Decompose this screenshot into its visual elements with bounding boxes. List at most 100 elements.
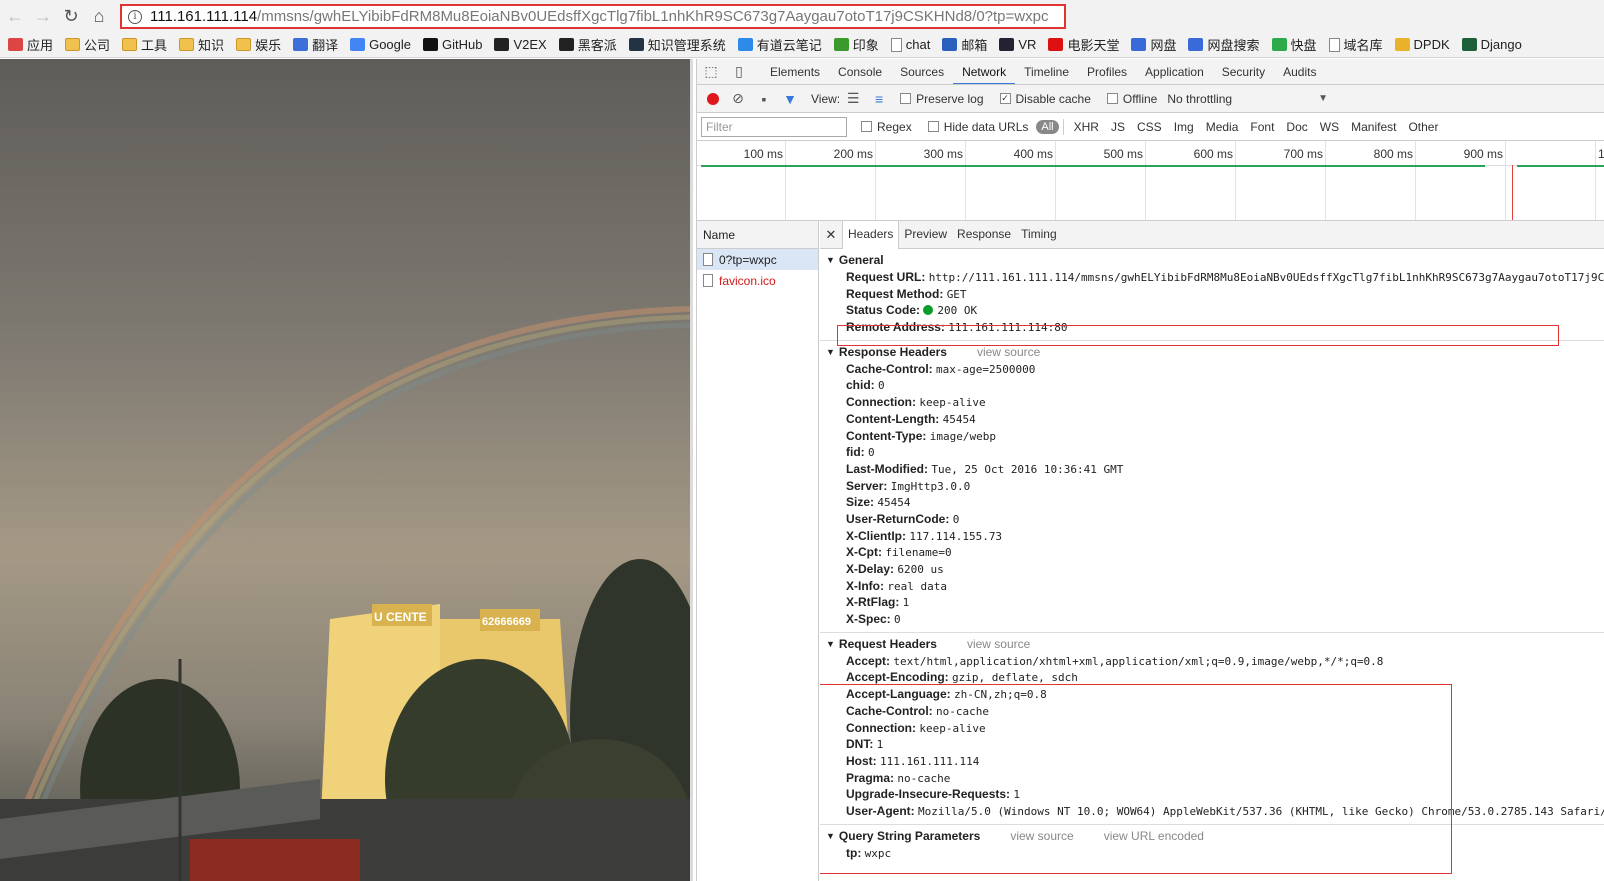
bookmark-label: Django [1480,37,1522,52]
request-url-highlight [837,325,1559,346]
overview-icon[interactable]: ≡ [866,86,892,112]
device-mode-icon[interactable]: ▯ [725,59,753,84]
type-filter-manifest[interactable]: Manifest [1345,120,1402,134]
filter-icon[interactable]: ▼ [779,86,801,112]
type-filter-css[interactable]: CSS [1131,120,1168,134]
bookmark-item[interactable]: 工具 [122,35,167,54]
status-ok-icon [923,305,934,316]
inspect-element-icon[interactable]: ⬚ [697,59,725,84]
address-bar[interactable]: i 111.161.111.114/mmsns/gwhELYibibFdRM8M… [120,4,1066,29]
detail-tab-timing[interactable]: Timing [1016,221,1062,248]
view-label: View: [811,91,841,106]
type-filter-ws[interactable]: WS [1314,120,1345,134]
preserve-log-checkbox[interactable]: Preserve log [900,92,984,106]
type-filter-font[interactable]: Font [1244,120,1280,134]
type-filter-js[interactable]: JS [1105,120,1131,134]
tab-timeline[interactable]: Timeline [1015,59,1078,84]
bookmark-item[interactable]: 黑客派 [558,35,617,54]
bookmark-item[interactable]: 域名库 [1328,35,1383,54]
response-view-source-link[interactable]: view source [977,344,1040,361]
header-key: Accept-Encoding: [846,670,949,685]
home-icon[interactable]: ⌂ [86,3,112,29]
bookmark-item[interactable]: 知识管理系统 [628,35,726,54]
detail-tab-response[interactable]: Response [952,221,1016,248]
detail-tab-headers[interactable]: Headers [842,221,900,249]
header-key: Accept: [846,653,891,668]
bookmark-item[interactable]: V2EX [494,37,547,52]
header-row: X-Cpt: filename=0 [826,544,1604,561]
back-arrow-icon[interactable]: ← [2,3,28,29]
request-row[interactable]: favicon.ico [697,270,818,291]
type-filter-media[interactable]: Media [1200,120,1245,134]
bookmark-item[interactable]: VR [999,37,1036,52]
disable-cache-checkbox[interactable]: ✓ Disable cache [999,92,1091,106]
network-overview[interactable]: 100 ms 200 ms 300 ms 400 ms 500 ms 600 ms 700 … [697,141,1604,221]
bookmark-item[interactable]: 翻译 [293,35,338,54]
bookmark-item[interactable]: GitHub [423,37,482,52]
bookmark-item[interactable]: 印象 [833,35,879,54]
header-value: GET [946,287,967,301]
type-filter-other[interactable]: Other [1402,120,1444,134]
type-filter-all[interactable]: All [1036,119,1059,134]
type-filter-img[interactable]: Img [1168,120,1200,134]
header-key: X-Info: [846,578,884,593]
bookmark-item[interactable]: 网盘 [1131,35,1176,54]
general-toggle[interactable]: ▼ General [826,252,1604,269]
pane-divider[interactable] [690,59,693,881]
timeline-tick-label: 800 ms [1373,147,1413,161]
bookmark-item[interactable]: 知识 [179,35,224,54]
tab-profiles[interactable]: Profiles [1078,59,1136,84]
header-row: Size: 45454 [826,494,1604,511]
close-icon[interactable]: ✕ [820,227,842,243]
bookmark-item[interactable]: 应用 [8,35,53,54]
bookmark-item[interactable]: Google [350,37,411,52]
capture-screenshots-icon[interactable]: ▪ [749,86,779,112]
bookmark-item[interactable]: 公司 [65,35,110,54]
tab-sources[interactable]: Sources [891,59,953,84]
reload-icon[interactable]: ↻ [58,3,84,29]
request-view-source-link[interactable]: view source [967,636,1030,653]
bookmark-item[interactable]: 网盘搜索 [1188,35,1260,54]
bookmark-item[interactable]: 快盘 [1271,35,1317,54]
tab-network[interactable]: Network [953,59,1016,84]
name-column-header[interactable]: Name [697,221,818,249]
folder-icon [236,38,252,51]
bookmark-item[interactable]: 娱乐 [236,35,281,54]
bookmark-item[interactable]: DPDK [1394,37,1450,52]
throttling-select[interactable]: No throttling [1167,92,1232,106]
tab-security[interactable]: Security [1213,59,1274,84]
bookmark-item[interactable]: chat [890,37,930,52]
detail-tab-preview[interactable]: Preview [899,221,952,248]
tab-application[interactable]: Application [1136,59,1213,84]
throttling-dropdown-icon[interactable]: ▼ [1318,93,1328,104]
tab-audits[interactable]: Audits [1274,59,1325,84]
bookmark-item[interactable]: 有道云笔记 [737,35,822,54]
offline-checkbox[interactable]: Offline [1106,92,1157,106]
bookmark-item[interactable]: Django [1461,37,1522,52]
request-row[interactable]: 0?tp=wxpc [697,249,818,270]
large-rows-icon[interactable]: ☰ [840,86,866,112]
header-value: filename=0 [885,546,952,560]
type-filter-doc[interactable]: Doc [1280,120,1313,134]
header-value: text/html,application/xhtml+xml,applicat… [893,654,1384,668]
timeline-gridline [875,141,876,220]
request-headers-toggle[interactable]: ▼ Request Headers view source [826,636,1604,653]
request-headers-highlight [820,684,1452,874]
bookmark-item[interactable]: 电影天堂 [1048,35,1119,54]
clear-icon[interactable]: ⊘ [727,86,749,112]
response-headers-toggle[interactable]: ▼ Response Headers view source [826,344,1604,361]
tab-elements[interactable]: Elements [761,59,829,84]
bookmark-label: DPDK [1413,37,1450,52]
hide-data-urls-checkbox[interactable]: Hide data URLs [927,120,1028,134]
bookmark-item[interactable]: 邮箱 [942,35,987,54]
site-info-icon[interactable]: i [128,9,142,24]
forward-arrow-icon[interactable]: → [30,3,56,29]
header-value: gzip, deflate, sdch [952,671,1078,685]
regex-checkbox[interactable]: Regex [861,120,912,134]
filter-input[interactable]: Filter [701,116,847,137]
tab-console[interactable]: Console [829,59,891,84]
record-icon[interactable] [707,92,719,105]
type-filter-xhr[interactable]: XHR [1068,120,1105,134]
timeline-gridline [1325,141,1326,220]
header-key: X-Cpt: [846,545,882,560]
